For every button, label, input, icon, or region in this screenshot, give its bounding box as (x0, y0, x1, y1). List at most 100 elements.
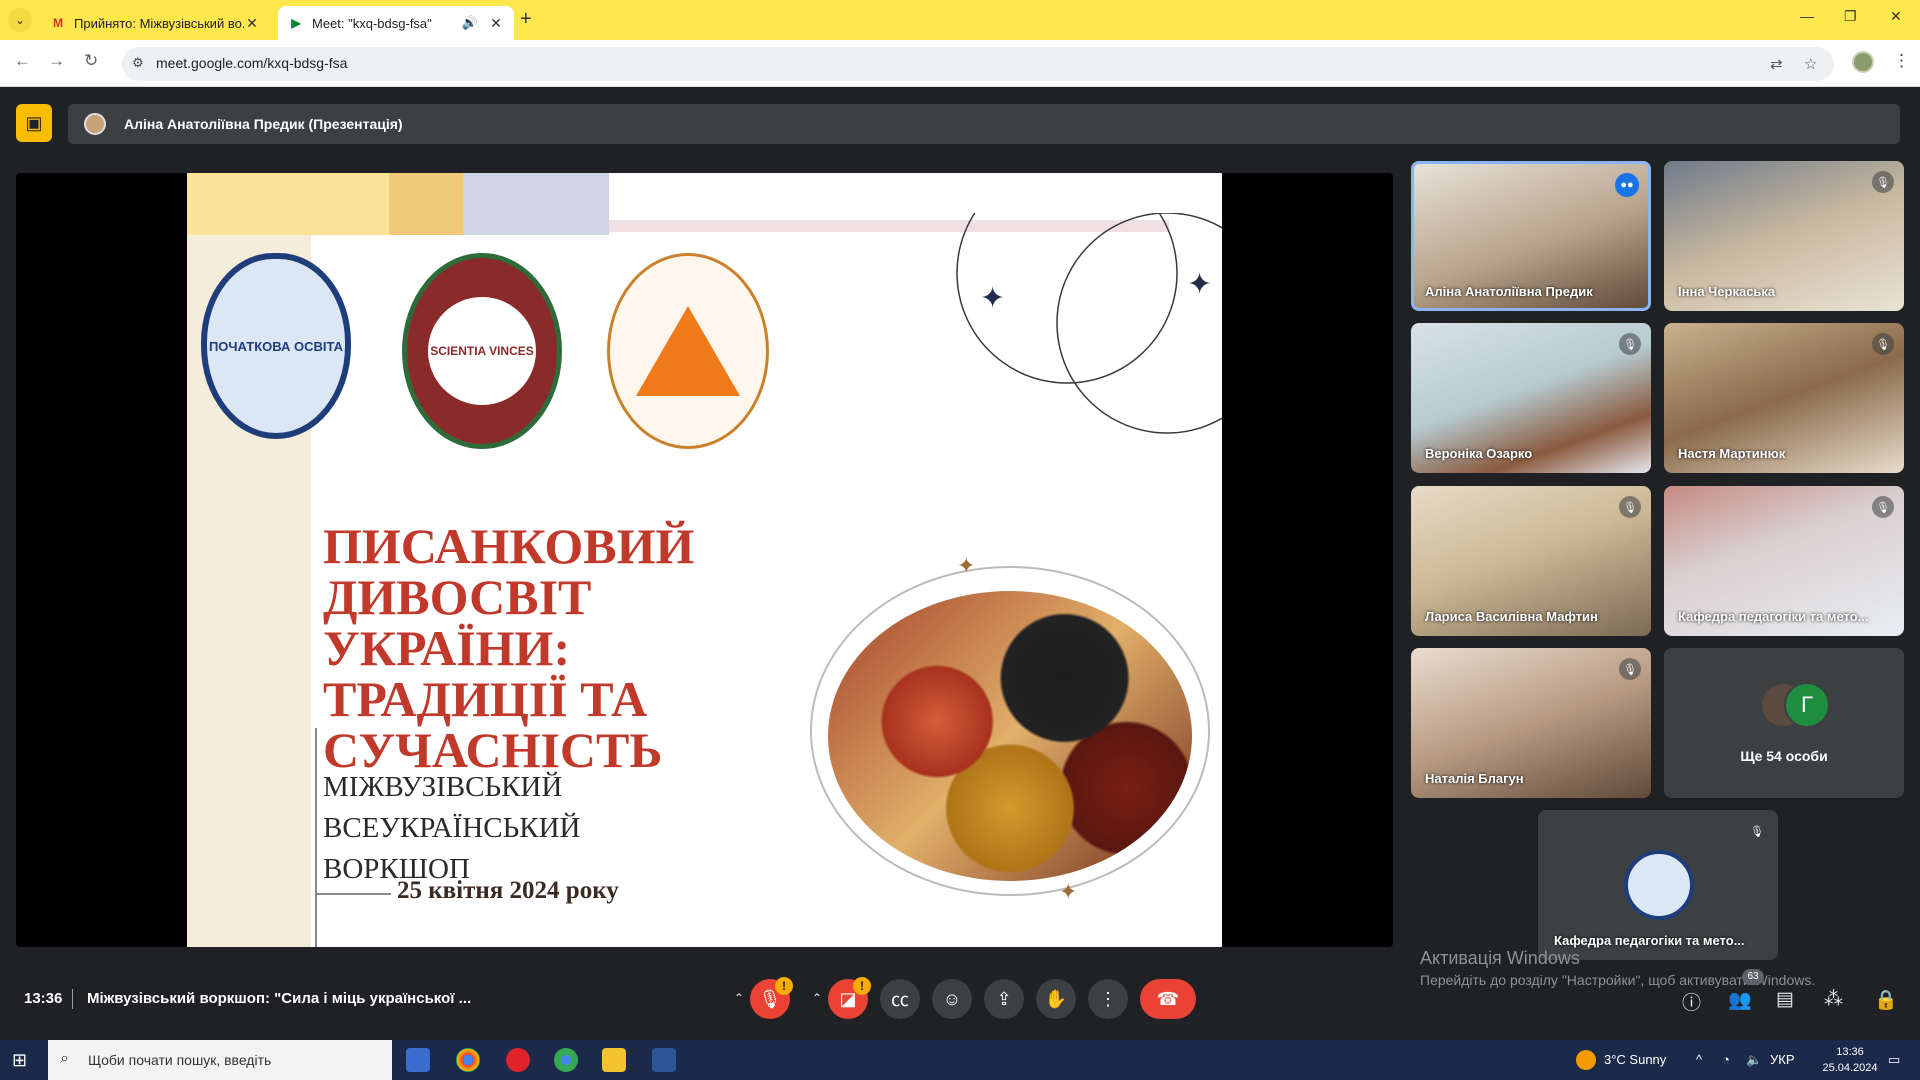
mountain-icon (636, 306, 740, 396)
more-options-button[interactable]: ⋮ (1088, 979, 1128, 1019)
store-icon[interactable] (406, 1048, 430, 1072)
warning-icon: ! (853, 977, 871, 995)
chrome-icon[interactable] (456, 1048, 480, 1072)
slide-divider (315, 728, 317, 947)
back-icon[interactable]: ← (14, 51, 31, 71)
windows-start-icon[interactable]: ⊞ (12, 1050, 27, 1071)
new-tab-button[interactable]: + (520, 8, 532, 31)
people-icon[interactable]: 👥 (1728, 988, 1752, 1012)
mic-off-icon: 🎙 (1619, 496, 1641, 518)
close-tab-icon[interactable]: ✕ (488, 15, 504, 32)
participant-tile[interactable]: 🎙 Настя Мартинюк (1664, 323, 1904, 473)
address-bar[interactable]: ⚙ meet.google.com/kxq-bdsg-fsa ⇄ ☆ (122, 47, 1834, 81)
tray-chevron-icon[interactable]: ^ (1696, 1052, 1702, 1067)
slide-subtitle-line: МІЖВУЗІВСЬКИЙ ВСЕУКРАЇНСЬКИЙ (323, 771, 581, 844)
participant-tile[interactable]: ●● Аліна Анатоліївна Предик (1411, 161, 1651, 311)
meeting-title[interactable]: Міжвузівський воркшоп: "Сила і міць укра… (87, 990, 471, 1007)
participant-name: Інна Черкаська (1678, 284, 1776, 299)
browser-toolbar: ← → ↻ ⚙ meet.google.com/kxq-bdsg-fsa ⇄ ☆… (0, 40, 1920, 87)
logo-text: ПОЧАТКОВА ОСВІТА (208, 338, 344, 354)
clock-time: 13:36 (1836, 1046, 1864, 1058)
tab-meet[interactable]: ▶ Meet: "kxq-bdsg-fsa" 🔊 ✕ (278, 6, 514, 40)
hand-icon: ✋ (1044, 988, 1068, 1009)
volume-icon[interactable]: 🔈 (1746, 1052, 1762, 1068)
slide-decor-block (187, 173, 389, 235)
weather-text[interactable]: 3°C Sunny (1604, 1052, 1666, 1067)
participant-tile[interactable]: 🎙 Кафедра педагогіки та мето... (1664, 486, 1904, 636)
file-explorer-icon[interactable] (602, 1048, 626, 1072)
leave-call-button[interactable]: ☎ (1140, 979, 1196, 1019)
restore-icon[interactable]: ❐ (1844, 8, 1857, 25)
close-tab-icon[interactable]: ✕ (244, 15, 260, 32)
minimize-icon[interactable]: — (1800, 8, 1814, 24)
profile-avatar[interactable] (1852, 51, 1874, 73)
participant-tile[interactable]: 🎙 Вероніка Озарко (1411, 323, 1651, 473)
logo-text: SCIENTIA VINCES (430, 344, 534, 358)
participant-tile[interactable]: 🎙 Кафедра педагогіки та мето... (1538, 810, 1778, 960)
close-window-icon[interactable]: ✕ (1890, 8, 1902, 25)
site-settings-icon[interactable]: ⚙ (132, 55, 144, 71)
sparkle-icon: ✦ (957, 553, 976, 578)
slide-decor-block (389, 173, 463, 235)
taskbar-search[interactable]: ⌕ Щоби почати пошук, введіть (48, 1040, 392, 1080)
host-controls-icon[interactable]: 🔒 (1874, 988, 1898, 1012)
activities-icon[interactable]: ⁂ (1824, 988, 1843, 1011)
speaking-indicator-icon: ●● (1615, 173, 1639, 197)
emoji-icon: ☺ (942, 988, 962, 1009)
participant-name: Настя Мартинюк (1678, 446, 1786, 461)
participant-tile[interactable]: 🎙 Інна Черкаська (1664, 161, 1904, 311)
sparkle-icon: ✦ (980, 282, 1006, 315)
audio-options-icon[interactable]: ⌃ (734, 991, 744, 1005)
meeting-info-icon[interactable]: ⓘ (1682, 988, 1701, 1015)
word-icon[interactable] (652, 1048, 676, 1072)
participant-tile[interactable]: 🎙 Лариса Василівна Мафтин (1411, 486, 1651, 636)
speaker-icon[interactable]: 🔊 (462, 15, 478, 31)
presentation-stage[interactable]: ПОЧАТКОВА ОСВІТА SCIENTIA VINCES ✦ ✦ ПИС… (16, 173, 1393, 947)
reload-icon[interactable]: ↻ (84, 51, 98, 71)
tab-strip: ⌄ M Прийнято: Міжвузівський во... ✕ ▶ Me… (0, 0, 1920, 40)
forward-icon[interactable]: → (48, 51, 65, 71)
windows-activation-title: Активація Windows (1420, 948, 1580, 968)
opera-icon[interactable] (506, 1048, 530, 1072)
tab-search-button[interactable]: ⌄ (8, 8, 32, 32)
browser-menu-icon[interactable]: ⋮ (1893, 51, 1910, 71)
wifi-icon[interactable]: ◔ (1722, 1052, 1730, 1067)
camera-off-icon: ◪ (839, 988, 857, 1009)
clock-date: 25.04.2024 (1822, 1062, 1878, 1074)
slide-title-line: ПИСАНКОВИЙ (323, 518, 695, 574)
slide-decor-block (463, 173, 609, 235)
participant-name: Кафедра педагогіки та мето... (1678, 609, 1869, 624)
present-button[interactable]: ⇪ (984, 979, 1024, 1019)
sparkle-icon: ✦ (1187, 268, 1213, 301)
faculty-logo-center: SCIENTIA VINCES (428, 297, 536, 405)
mic-off-icon: 🎙 (1872, 171, 1894, 193)
notifications-icon[interactable]: ▭ (1888, 1052, 1900, 1068)
chrome-profile-icon[interactable] (554, 1048, 578, 1072)
participant-tile[interactable]: 🎙 Наталія Благун (1411, 648, 1651, 798)
tab-title: Прийнято: Міжвузівський во... (74, 15, 244, 31)
captions-button[interactable]: ㏄ (880, 979, 920, 1019)
tab-gmail[interactable]: M Прийнято: Міжвузівський во... ✕ (40, 6, 270, 40)
bookmark-star-icon[interactable]: ☆ (1804, 55, 1817, 73)
participant-name: Наталія Благун (1425, 771, 1524, 786)
gmail-icon: M (53, 16, 63, 30)
language-indicator[interactable]: УКР (1770, 1052, 1795, 1067)
translate-icon[interactable]: ⇄ (1770, 55, 1783, 73)
reactions-button[interactable]: ☺ (932, 979, 972, 1019)
reading-children-logo (607, 253, 769, 449)
participant-name: Вероніка Озарко (1425, 446, 1533, 461)
raise-hand-button[interactable]: ✋ (1036, 979, 1076, 1019)
more-vert-icon: ⋮ (1099, 988, 1117, 1009)
chat-icon[interactable]: ▤ (1776, 988, 1794, 1011)
mic-off-icon: 🎙 (1746, 820, 1768, 842)
video-options-icon[interactable]: ⌃ (812, 991, 822, 1005)
slide-title-line: ТРАДИЦІЇ ТА (323, 671, 648, 727)
search-icon: ⌕ (60, 1050, 69, 1067)
url-text: meet.google.com/kxq-bdsg-fsa (156, 55, 348, 71)
more-participants-tile[interactable]: Г Ще 54 особи (1664, 648, 1904, 798)
weather-icon[interactable] (1576, 1050, 1596, 1070)
taskbar-clock[interactable]: 13:36 25.04.2024 (1820, 1044, 1880, 1076)
slide-date: 25 квітня 2024 року (397, 877, 619, 904)
stop-presenting-icon[interactable]: ▣ (16, 104, 52, 142)
participant-name: Кафедра педагогіки та мето... (1554, 933, 1745, 948)
